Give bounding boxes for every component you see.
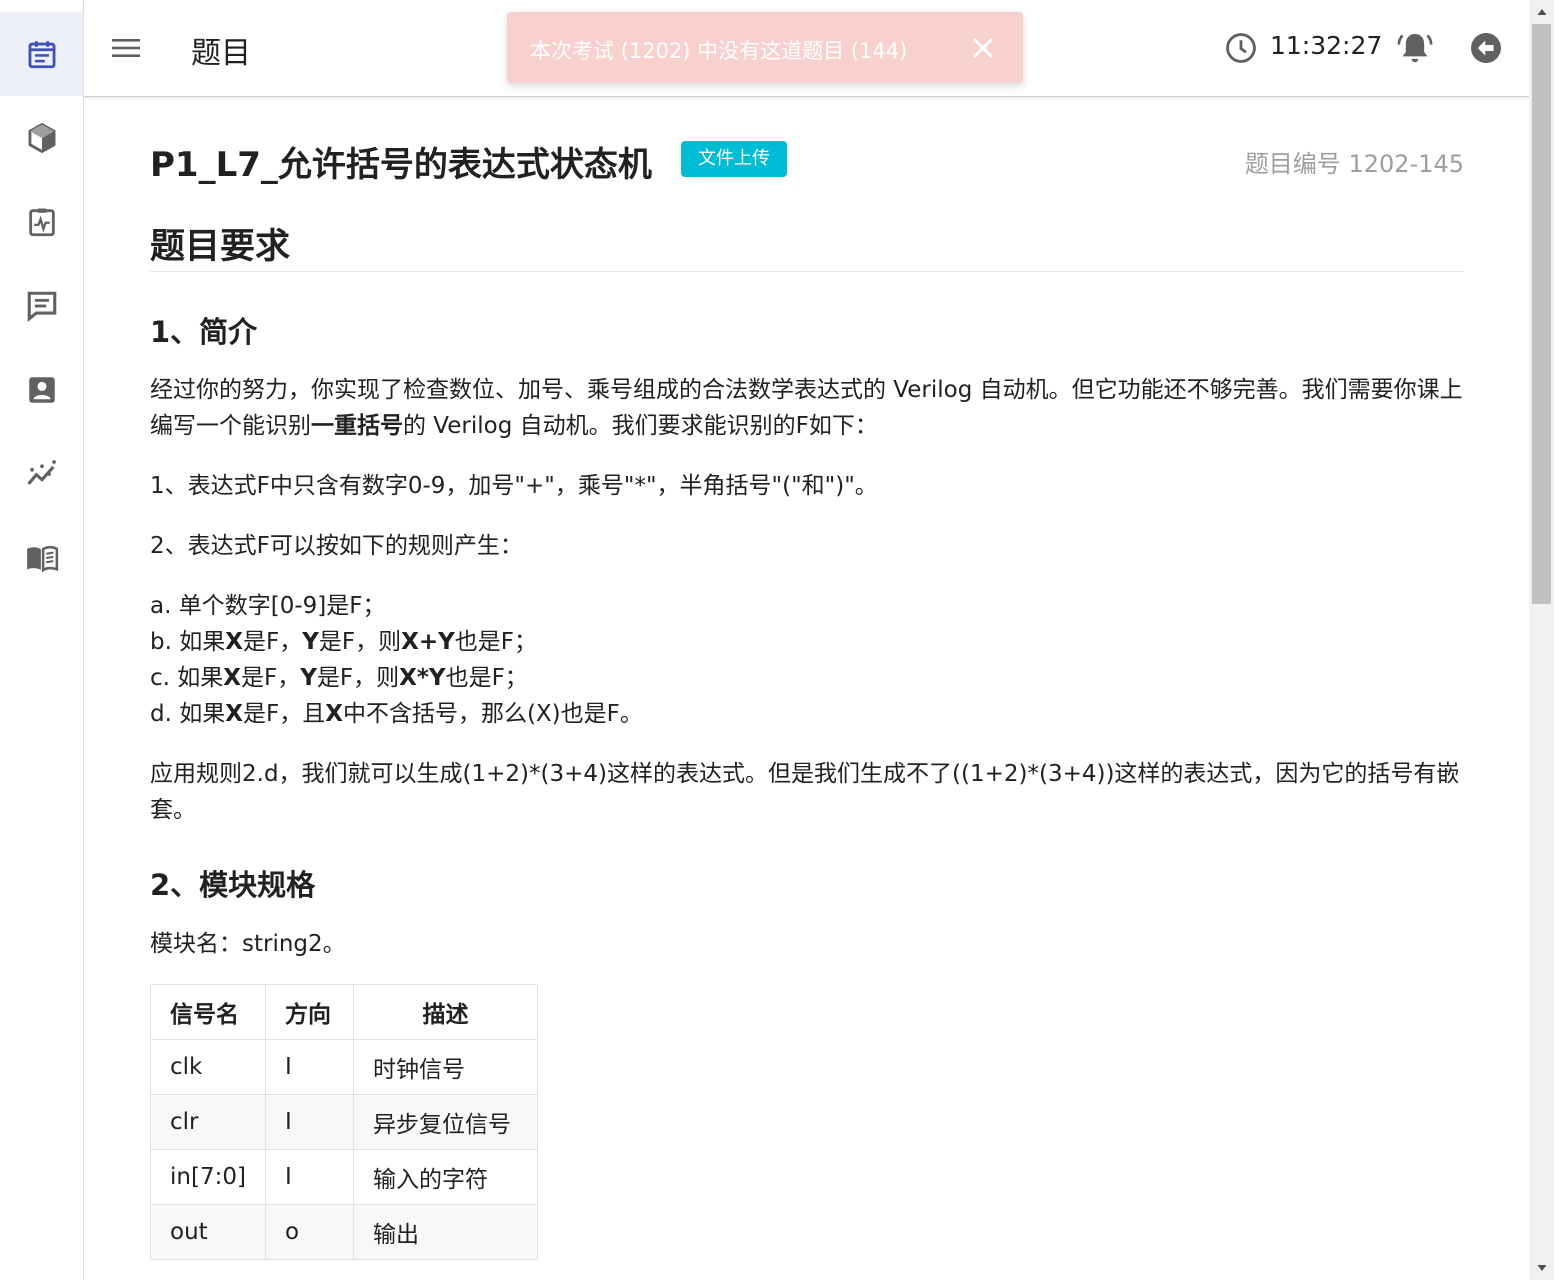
table-cell: 输入的字符	[352, 1149, 538, 1205]
table-cell: clr	[150, 1094, 266, 1150]
intro-bold-text: 一重括号	[311, 413, 403, 439]
triangle-down-icon	[1537, 1265, 1546, 1271]
table-row: in[7:0] I 输入的字符	[150, 1149, 538, 1205]
rule-text: 是F，	[242, 629, 303, 655]
signal-table: 信号名 方向 描述 clk I 时钟信号 clr I 异步复位信号 in[7:0…	[150, 984, 538, 1260]
sidebar-item-submissions[interactable]	[0, 180, 84, 264]
menu-button[interactable]	[108, 30, 144, 66]
rule-d: d. 如果X是F，且X中不含括号，那么(X)也是F。	[150, 696, 1464, 732]
close-icon	[972, 37, 994, 59]
problem-title: P1_L7_允许括号的表达式状态机	[150, 145, 652, 185]
rule-var: X	[325, 701, 343, 727]
sidebar-item-statistics[interactable]	[0, 432, 84, 516]
arrow-left-circle-icon	[1471, 33, 1501, 63]
table-cell: I	[264, 1149, 354, 1205]
bell-ring-icon	[1397, 33, 1433, 63]
toast-close-button[interactable]	[965, 30, 1001, 66]
cube-icon	[28, 122, 56, 154]
table-cell: 输出	[352, 1204, 538, 1260]
navigation-sidebar	[0, 0, 84, 1280]
sidebar-item-cube[interactable]	[0, 96, 84, 180]
table-cell: I	[264, 1039, 354, 1095]
table-header-row: 信号名 方向 描述	[150, 984, 538, 1040]
section-intro-heading: 1、简介	[150, 315, 258, 349]
problem-type-chip: 文件上传	[681, 141, 787, 177]
chart-line-icon	[27, 460, 56, 485]
sidebar-item-problems[interactable]	[0, 12, 84, 96]
sidebar-item-messages[interactable]	[0, 264, 84, 348]
table-cell: 异步复位信号	[352, 1094, 538, 1150]
page-title: 题目	[191, 36, 251, 71]
scroll-down-button[interactable]	[1529, 1256, 1554, 1280]
sidebar-item-profile[interactable]	[0, 348, 84, 432]
rule-var: Y	[302, 629, 319, 655]
rule-text: 中不含括号，那么(X)也是F。	[342, 701, 643, 727]
section-module-heading: 2、模块规格	[150, 868, 316, 902]
message-icon	[27, 291, 57, 322]
table-cell: clk	[150, 1039, 266, 1095]
sidebar-item-docs[interactable]	[0, 516, 84, 600]
intro-text-end: 的 Verilog 自动机。我们要求能识别的F如下：	[403, 413, 878, 439]
table-row: clr I 异步复位信号	[150, 1094, 538, 1150]
rule-b: b. 如果X是F，Y是F，则X+Y也是F；	[150, 624, 1464, 660]
calendar-list-icon	[28, 41, 56, 69]
scroll-up-button[interactable]	[1529, 0, 1554, 24]
book-open-icon	[27, 545, 59, 573]
rule-a: a. 单个数字[0-9]是F；	[150, 593, 386, 619]
rule-1: 1、表达式F中只含有数字0-9，加号"+"，乘号"*"，半角括号"("和")"。	[150, 473, 878, 499]
table-cell: out	[150, 1204, 266, 1260]
table-row: out o 输出	[150, 1204, 538, 1260]
table-header: 信号名	[150, 984, 266, 1040]
table-cell: o	[264, 1204, 354, 1260]
rule-var: Y	[300, 665, 317, 691]
rule-text: 是F，则	[316, 665, 400, 691]
heading-divider	[150, 271, 1464, 272]
requirements-heading: 题目要求	[150, 227, 291, 267]
table-cell: I	[264, 1094, 354, 1150]
apply-paragraph: 应用规则2.d，我们就可以生成(1+2)*(3+4)这样的表达式。但是我们生成不…	[150, 761, 1460, 823]
clipboard-pulse-icon	[29, 208, 55, 237]
module-name: 模块名：string2。	[150, 931, 346, 957]
error-toast: 本次考试 (1202) 中没有这道题目 (144)	[507, 12, 1023, 83]
countdown-timer: 11:32:27	[1270, 31, 1383, 60]
intro-paragraph: 经过你的努力，你实现了检查数位、加号、乘号组成的合法数学表达式的 Verilog…	[150, 372, 1464, 444]
table-row: clk I 时钟信号	[150, 1039, 538, 1095]
rule-c: c. 如果X是F，Y是F，则X*Y也是F；	[150, 660, 1464, 696]
rule-text: 是F，	[241, 665, 301, 691]
rule-var: X	[223, 665, 242, 691]
scroll-thumb[interactable]	[1532, 24, 1551, 604]
table-header: 描述	[352, 984, 538, 1040]
problem-id: 题目编号 1202-145	[1244, 150, 1464, 178]
table-cell: in[7:0]	[150, 1149, 266, 1205]
account-box-icon	[29, 377, 55, 403]
rule-text: c. 如果	[150, 665, 224, 691]
rule-var: X*Y	[399, 665, 446, 691]
rule-text: 也是F；	[445, 665, 528, 691]
rule-text: d. 如果	[150, 701, 226, 727]
vertical-scrollbar[interactable]	[1529, 0, 1554, 1280]
rule-var: X	[225, 629, 243, 655]
notifications-button[interactable]	[1395, 28, 1435, 68]
rule-text: 是F，则	[318, 629, 402, 655]
toast-message: 本次考试 (1202) 中没有这道题目 (144)	[530, 39, 908, 63]
back-button[interactable]	[1468, 30, 1504, 66]
rule-text: 是F，且	[242, 701, 326, 727]
table-header: 方向	[264, 984, 354, 1040]
hamburger-menu-icon	[112, 39, 140, 57]
rule-2: 2、表达式F可以按如下的规则产生：	[150, 533, 523, 559]
rule-var: X+Y	[401, 629, 455, 655]
clock-icon	[1226, 33, 1256, 63]
triangle-up-icon	[1537, 9, 1546, 15]
rule-text: 也是F；	[454, 629, 537, 655]
rule-var: X	[225, 701, 243, 727]
rule-text: b. 如果	[150, 629, 226, 655]
table-cell: 时钟信号	[352, 1039, 538, 1095]
